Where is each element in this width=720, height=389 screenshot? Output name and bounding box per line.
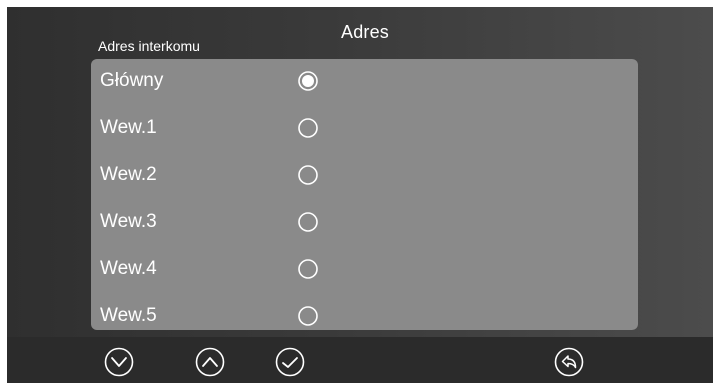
main-content: Adres Adres interkomu Główny Wew.1 Wew.2 (7, 7, 713, 337)
back-icon[interactable] (554, 347, 584, 377)
radio-icon[interactable] (298, 259, 318, 279)
intercom-screen: Adres Adres interkomu Główny Wew.1 Wew.2 (7, 7, 713, 383)
bottom-navigation-bar (7, 337, 713, 383)
chevron-up-icon[interactable] (195, 347, 225, 377)
option-row-wew5[interactable]: Wew.5 (91, 296, 638, 330)
radio-icon[interactable] (298, 118, 318, 138)
option-row-wew3[interactable]: Wew.3 (91, 202, 638, 242)
radio-selected-icon[interactable] (298, 71, 318, 91)
option-row-glowny[interactable]: Główny (91, 61, 638, 101)
option-label: Wew.4 (100, 258, 157, 279)
radio-icon[interactable] (298, 212, 318, 232)
radio-icon[interactable] (298, 306, 318, 326)
check-icon[interactable] (275, 347, 305, 377)
option-row-wew4[interactable]: Wew.4 (91, 249, 638, 289)
option-row-wew1[interactable]: Wew.1 (91, 108, 638, 148)
address-options-panel: Główny Wew.1 Wew.2 Wew.3 Wew.4 Wew.5 (91, 59, 638, 330)
option-label: Wew.1 (100, 117, 157, 138)
section-label: Adres interkomu (98, 38, 200, 54)
option-label: Wew.2 (100, 164, 157, 185)
option-row-wew2[interactable]: Wew.2 (91, 155, 638, 195)
chevron-down-icon[interactable] (104, 347, 134, 377)
option-label: Wew.5 (100, 305, 157, 326)
option-label: Wew.3 (100, 211, 157, 232)
radio-icon[interactable] (298, 165, 318, 185)
option-label: Główny (100, 70, 164, 91)
